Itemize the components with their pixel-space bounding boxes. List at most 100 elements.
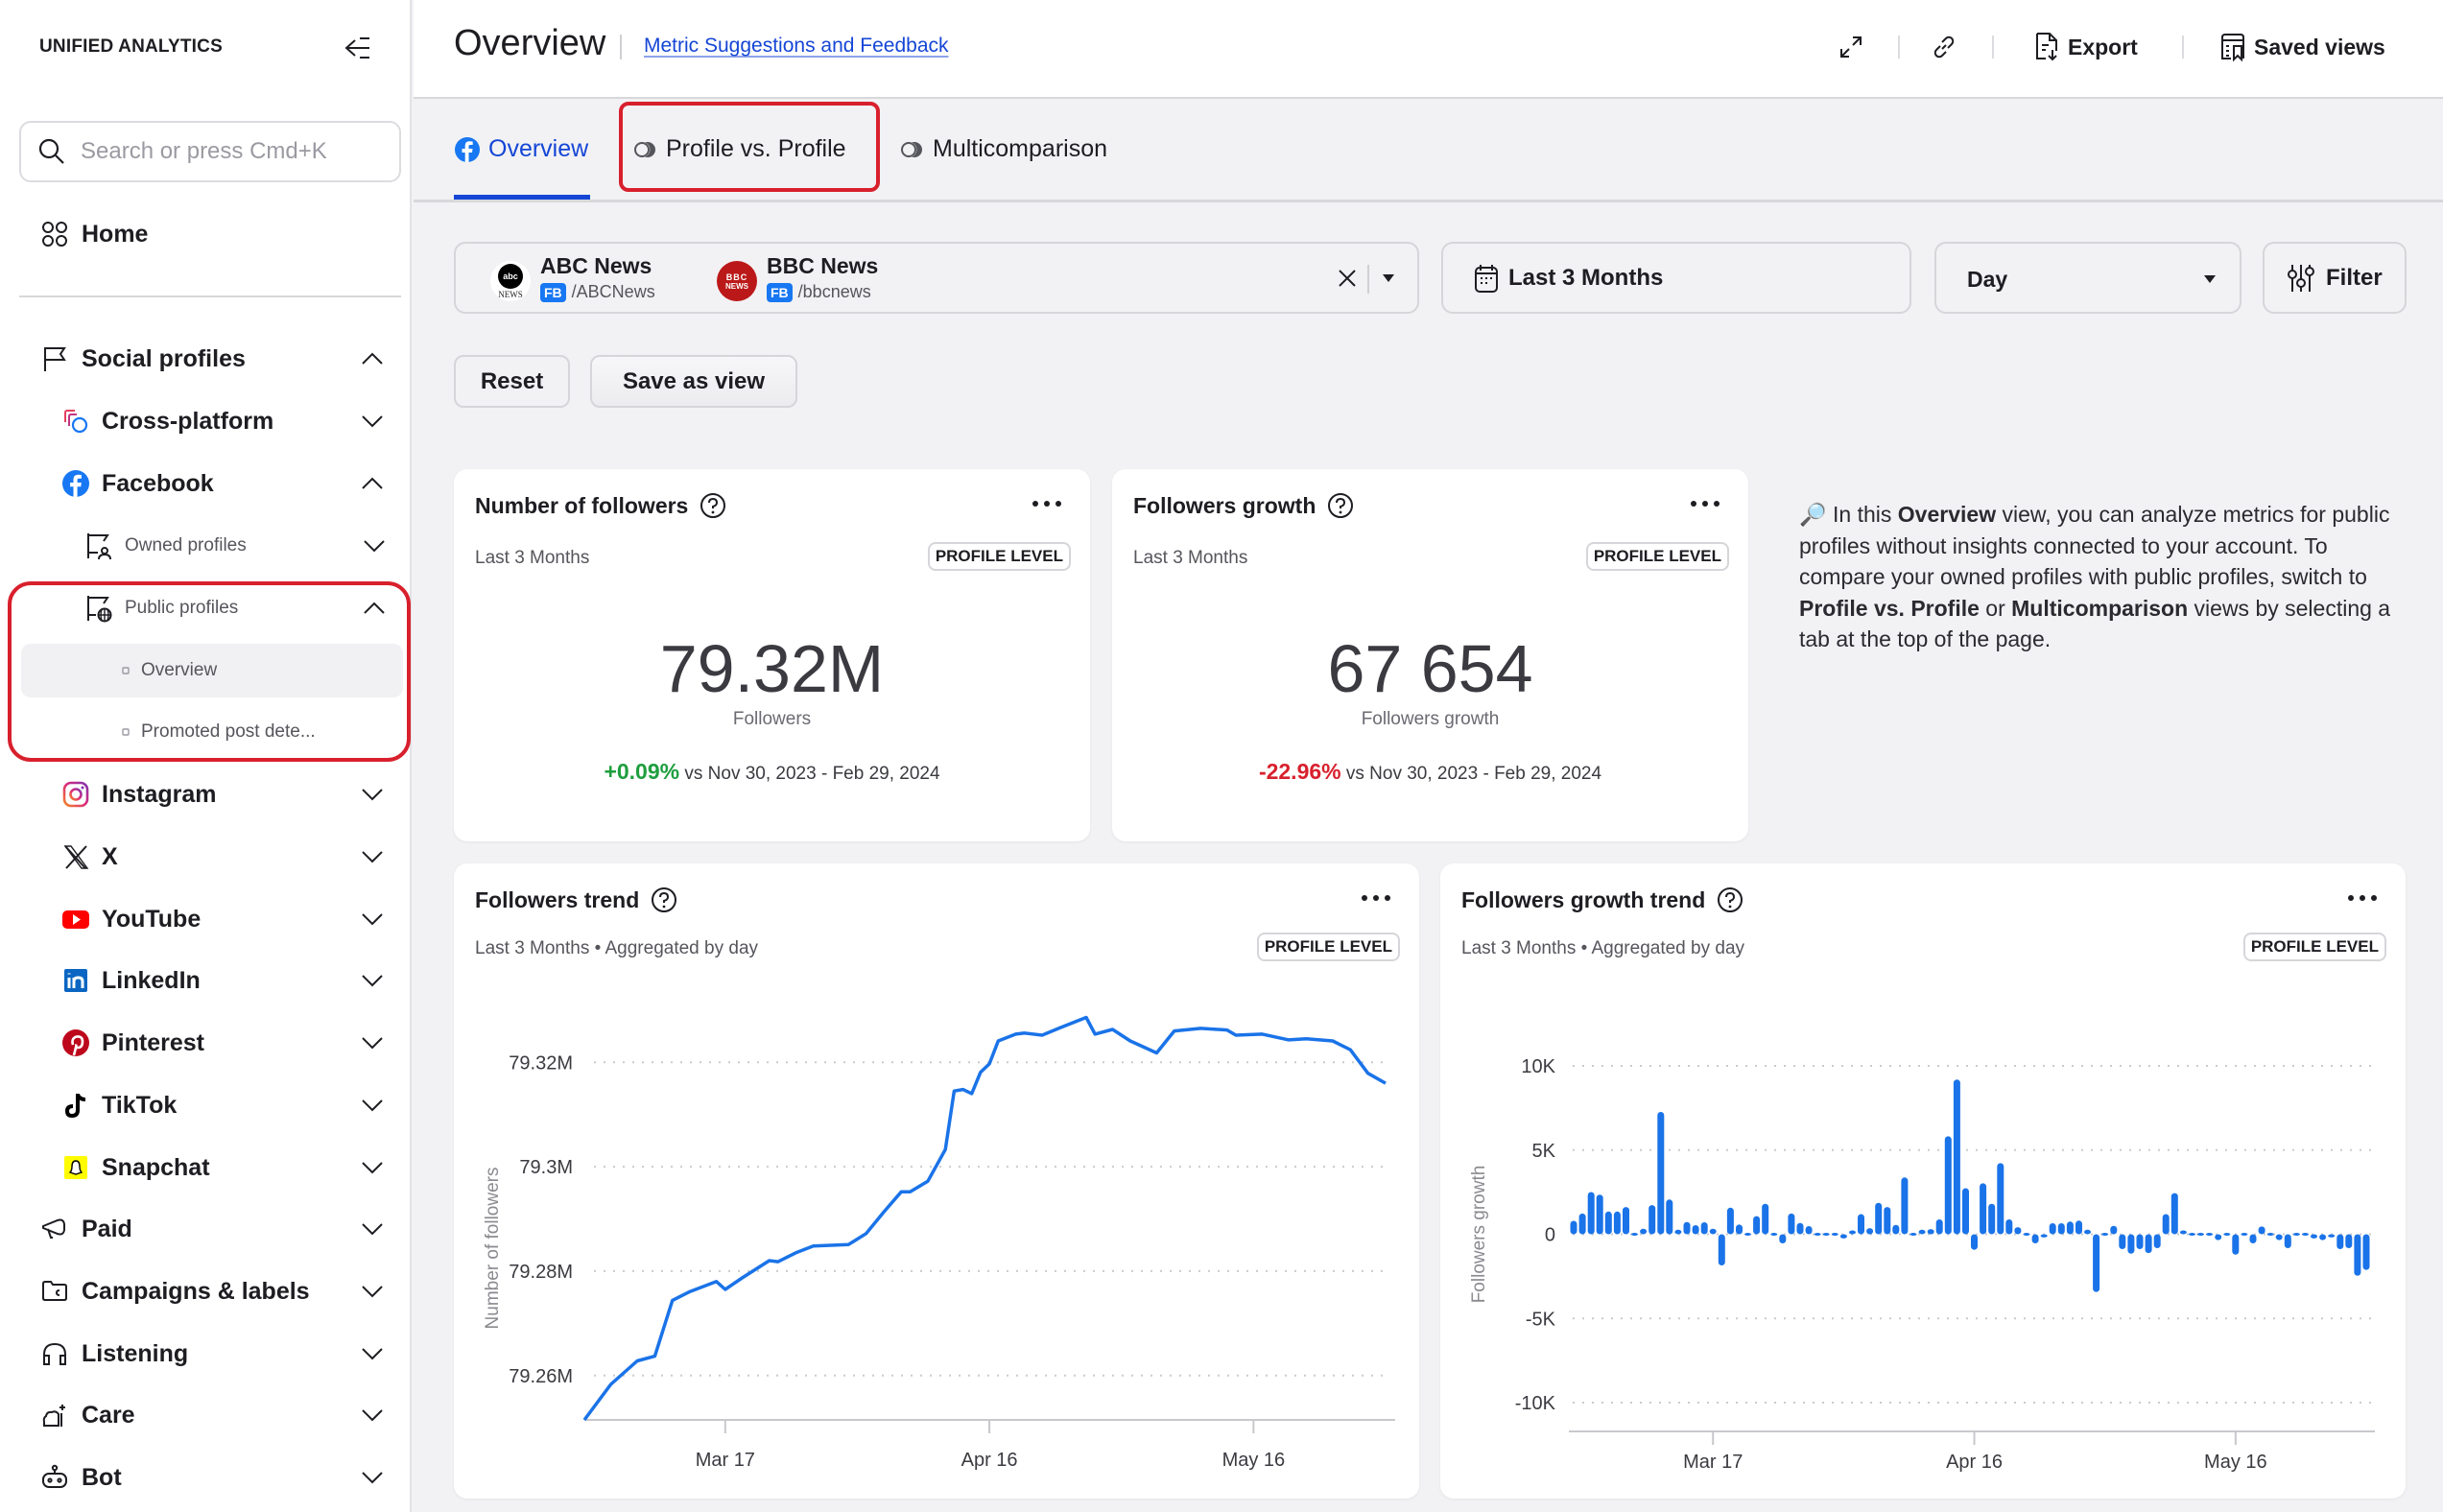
growth-bar bbox=[1700, 1222, 1708, 1235]
sidebar-item-label: Social profiles bbox=[82, 344, 246, 372]
date-range-picker[interactable]: Last 3 Months bbox=[1441, 242, 1911, 314]
growth-bar bbox=[2005, 1219, 2013, 1235]
chevron-down-icon[interactable] bbox=[361, 1347, 384, 1360]
chevron-down-icon[interactable] bbox=[361, 1099, 384, 1112]
sidebar-item-public-profiles[interactable]: Public profiles bbox=[21, 581, 403, 635]
x-tick-label: Mar 17 bbox=[1683, 1452, 1743, 1473]
chevron-down-icon[interactable] bbox=[361, 414, 384, 428]
snapchat-icon bbox=[64, 1156, 87, 1179]
x-tick-label: Apr 16 bbox=[961, 1450, 1018, 1471]
chevron-down-icon[interactable] bbox=[361, 1285, 384, 1298]
more-options-icon[interactable] bbox=[1691, 494, 1720, 513]
profile-name: BBC News bbox=[767, 253, 879, 278]
growth-bar bbox=[2066, 1221, 2074, 1235]
help-icon[interactable] bbox=[1327, 492, 1354, 519]
chevron-up-icon[interactable] bbox=[363, 602, 386, 615]
page-title: Overview bbox=[454, 23, 606, 63]
tab-profile-vs-profile[interactable]: Profile vs. Profile bbox=[633, 99, 846, 200]
growth-bar bbox=[1988, 1203, 1996, 1235]
sidebar-item-snapchat[interactable]: Snapchat bbox=[19, 1141, 401, 1194]
search-input[interactable] bbox=[81, 138, 388, 165]
tab-multicomparison[interactable]: Multicomparison bbox=[900, 99, 1107, 200]
chevron-down-icon[interactable] bbox=[361, 974, 384, 987]
profile-selector[interactable]: abc NEWS ABC News FB/ABCNews BBC NEWS BB… bbox=[454, 242, 1419, 314]
growth-bar bbox=[2075, 1220, 2082, 1235]
caret-down-icon[interactable] bbox=[1382, 273, 1395, 283]
sidebar-item-owned-profiles[interactable]: Owned profiles bbox=[21, 519, 403, 573]
paid-icon bbox=[42, 1218, 65, 1239]
chevron-down-icon[interactable] bbox=[361, 1161, 384, 1174]
export-button[interactable]: Export bbox=[2033, 31, 2138, 63]
facebook-icon bbox=[62, 470, 89, 497]
chevron-down-icon[interactable] bbox=[361, 850, 384, 863]
x-tick-label: Apr 16 bbox=[1946, 1452, 2003, 1473]
sidebar-item-facebook[interactable]: Facebook bbox=[19, 457, 401, 510]
feedback-link[interactable]: Metric Suggestions and Feedback bbox=[644, 35, 949, 58]
fb-badge: FB bbox=[767, 282, 793, 302]
chevron-down-icon[interactable] bbox=[361, 1471, 384, 1484]
info-text-part: or bbox=[1979, 595, 2012, 621]
info-emphasis: Profile vs. Profile bbox=[1799, 595, 1980, 621]
growth-bar bbox=[1839, 1234, 1847, 1239]
sidebar-item-overview[interactable]: Overview bbox=[21, 644, 403, 697]
growth-bar bbox=[2189, 1233, 2195, 1236]
sidebar-item-campaigns-labels[interactable]: Campaigns & labels bbox=[19, 1264, 401, 1318]
chevron-down-icon[interactable] bbox=[361, 1036, 384, 1050]
info-emphasis: Multicomparison bbox=[2011, 595, 2189, 621]
sidebar-item-youtube[interactable]: YouTube bbox=[19, 892, 401, 946]
sidebar-item-home[interactable]: Home bbox=[19, 207, 401, 261]
sidebar-item-social-profiles[interactable]: Social profiles bbox=[19, 332, 401, 386]
tab-overview[interactable]: Overview bbox=[454, 99, 588, 200]
sidebar-item-instagram[interactable]: Instagram bbox=[19, 768, 401, 821]
profile-handle: FB/bbcnews bbox=[767, 282, 871, 302]
collapse-sidebar-icon[interactable] bbox=[344, 35, 372, 61]
growth-bar bbox=[1909, 1233, 1917, 1236]
header-separator bbox=[1992, 35, 1994, 59]
tab-label: Profile vs. Profile bbox=[666, 135, 846, 162]
reset-button[interactable]: Reset bbox=[454, 355, 570, 408]
sidebar-item-label: LinkedIn bbox=[102, 966, 201, 994]
sidebar-item-care[interactable]: Care bbox=[19, 1388, 401, 1442]
info-emphasis: Overview bbox=[1897, 502, 1997, 527]
growth-bar bbox=[1744, 1233, 1751, 1236]
save-as-view-button[interactable]: Save as view bbox=[590, 355, 797, 408]
sidebar-item-label: Listening bbox=[82, 1339, 189, 1367]
more-options-icon[interactable] bbox=[1032, 494, 1061, 513]
chevron-up-icon[interactable] bbox=[361, 352, 384, 366]
granularity-select[interactable]: Day bbox=[1934, 242, 2241, 314]
chevron-up-icon[interactable] bbox=[361, 477, 384, 490]
followers-trend-chart: 79.26M 79.28M 79.3M 79.32M Mar 17 Apr 16 May 1… bbox=[483, 1015, 1395, 1471]
owned-icon bbox=[87, 533, 111, 560]
sidebar-item-cross-platform[interactable]: Cross-platform bbox=[19, 394, 401, 448]
fullscreen-icon[interactable] bbox=[1837, 33, 1865, 61]
sidebar-item-linkedin[interactable]: LinkedIn bbox=[19, 954, 401, 1007]
chevron-down-icon[interactable] bbox=[363, 539, 386, 553]
header-separator bbox=[2182, 35, 2184, 59]
sidebar-item-promoted-post-dete[interactable]: Promoted post dete... bbox=[21, 705, 403, 759]
growth-bar bbox=[2127, 1234, 2135, 1254]
chevron-down-icon[interactable] bbox=[361, 912, 384, 926]
sidebar-item-label: TikTok bbox=[102, 1091, 178, 1119]
search-box[interactable] bbox=[19, 121, 401, 182]
sidebar-item-pinterest[interactable]: Pinterest bbox=[19, 1016, 401, 1070]
sidebar-item-listening[interactable]: Listening bbox=[19, 1327, 401, 1381]
clear-icon[interactable] bbox=[1337, 268, 1358, 289]
sidebar-item-x[interactable]: X bbox=[19, 830, 401, 884]
link-icon[interactable] bbox=[1930, 33, 1958, 61]
help-icon[interactable] bbox=[700, 492, 726, 519]
search-icon bbox=[38, 138, 64, 164]
sidebar-item-bot[interactable]: Bot bbox=[19, 1451, 401, 1504]
sidebar-item-paid[interactable]: Paid bbox=[19, 1202, 401, 1256]
export-file-icon bbox=[2036, 33, 2057, 61]
saved-views-button[interactable]: Saved views bbox=[2219, 31, 2385, 63]
chevron-down-icon[interactable] bbox=[361, 1408, 384, 1422]
x-tick-label: Mar 17 bbox=[696, 1450, 755, 1471]
growth-bar bbox=[1962, 1188, 1969, 1235]
sidebar-item-label: Owned profiles bbox=[125, 535, 247, 555]
sidebar-item-tiktok[interactable]: TikTok bbox=[19, 1078, 401, 1132]
filter-button[interactable]: Filter bbox=[2263, 242, 2407, 314]
chevron-down-icon[interactable] bbox=[361, 1222, 384, 1236]
page-header: Overview Metric Suggestions and Feedback… bbox=[414, 0, 2443, 99]
chevron-down-icon[interactable] bbox=[361, 788, 384, 801]
sidebar-item-label: Pinterest bbox=[102, 1028, 204, 1056]
